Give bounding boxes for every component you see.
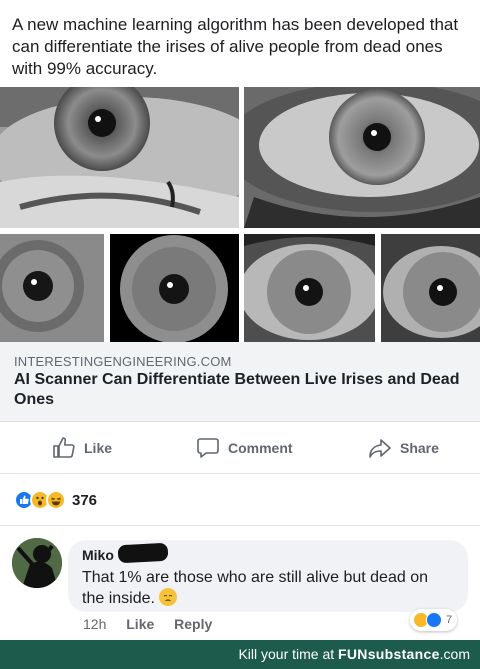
comment-like-button[interactable]: Like bbox=[126, 616, 154, 632]
comment-reaction-count: 7 bbox=[446, 614, 453, 626]
link-title[interactable]: AI Scanner Can Differentiate Between Liv… bbox=[14, 370, 470, 410]
footer-brand: FUNsubstance bbox=[338, 646, 440, 662]
eye-photo-closeup-right[interactable] bbox=[244, 87, 480, 228]
eye-closeup-left-image bbox=[0, 87, 239, 228]
comment-time[interactable]: 12h bbox=[83, 616, 106, 632]
divider bbox=[0, 525, 480, 526]
iris-3-image bbox=[244, 234, 375, 342]
post-text: A new machine learning algorithm has bee… bbox=[12, 15, 459, 78]
action-bar: Like Comment Share bbox=[0, 422, 480, 474]
comment-meta: 12h Like Reply bbox=[83, 616, 228, 632]
eye-closeup-right-image bbox=[244, 87, 480, 228]
comment-body: That 1% are those who are still alive bu… bbox=[82, 569, 428, 607]
comment-button[interactable]: Comment bbox=[196, 436, 293, 460]
share-icon bbox=[369, 439, 391, 458]
haha-icon bbox=[46, 490, 66, 510]
photo-grid[interactable] bbox=[0, 87, 480, 342]
comment-icon bbox=[197, 438, 219, 458]
avatar[interactable] bbox=[12, 538, 62, 588]
comment-reactions[interactable]: 7 bbox=[410, 609, 458, 631]
disappointed-face-icon bbox=[158, 588, 177, 606]
reaction-count: 376 bbox=[72, 491, 98, 509]
iris-photo-2[interactable] bbox=[110, 234, 239, 342]
iris-photo-1[interactable] bbox=[0, 234, 104, 342]
iris-4-image bbox=[381, 234, 480, 342]
eye-photo-closeup-left[interactable] bbox=[0, 87, 239, 228]
reaction-summary[interactable]: 376 bbox=[14, 490, 97, 510]
comment-reply-button[interactable]: Reply bbox=[174, 616, 212, 632]
iris-photo-4[interactable] bbox=[381, 234, 480, 342]
like-button[interactable]: Like bbox=[52, 436, 112, 460]
share-label: Share bbox=[400, 440, 439, 456]
comment-label: Comment bbox=[228, 440, 293, 456]
share-button[interactable]: Share bbox=[368, 436, 439, 460]
redacted-name-mark bbox=[117, 542, 169, 564]
footer-suffix: .com bbox=[439, 646, 470, 662]
iris-2-image bbox=[110, 234, 239, 342]
iris-1-image bbox=[0, 234, 104, 342]
iris-photo-3[interactable] bbox=[244, 234, 375, 342]
thumbs-up-icon bbox=[53, 437, 75, 458]
watermark-footer: Kill your time at FUNsubstance.com bbox=[0, 640, 480, 669]
link-domain: INTERESTINGENGINEERING.COM bbox=[14, 354, 232, 369]
comment-text: That 1% are those who are still alive bu… bbox=[82, 567, 454, 609]
avatar-image bbox=[12, 538, 62, 588]
footer-prefix: Kill your time at bbox=[238, 646, 339, 662]
comment-bubble[interactable]: Miko That 1% are those who are still ali… bbox=[68, 540, 468, 612]
like-label: Like bbox=[84, 440, 113, 456]
comment-author[interactable]: Miko bbox=[82, 547, 114, 563]
link-preview[interactable]: INTERESTINGENGINEERING.COM AI Scanner Ca… bbox=[0, 342, 480, 422]
footer-text: Kill your time at FUNsubstance.com bbox=[238, 646, 470, 662]
like-icon bbox=[426, 612, 442, 628]
